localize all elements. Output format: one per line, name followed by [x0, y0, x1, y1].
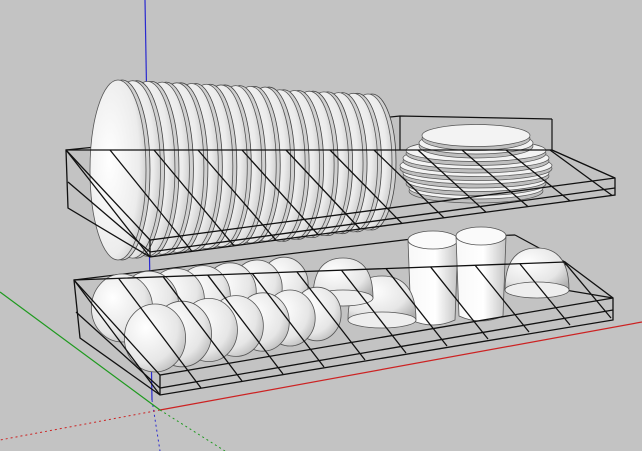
model-scene[interactable] [0, 0, 642, 451]
3d-viewport[interactable] [0, 0, 642, 451]
wire-rib [564, 261, 612, 319]
saucer-top [421, 124, 531, 147]
tall-cup [455, 226, 507, 322]
x-axis-neg [0, 409, 161, 441]
bowl [124, 303, 187, 373]
saucer-stack [399, 124, 553, 204]
plate [89, 79, 151, 261]
y-axis-neg [159, 409, 226, 451]
small-bowl [504, 247, 570, 299]
